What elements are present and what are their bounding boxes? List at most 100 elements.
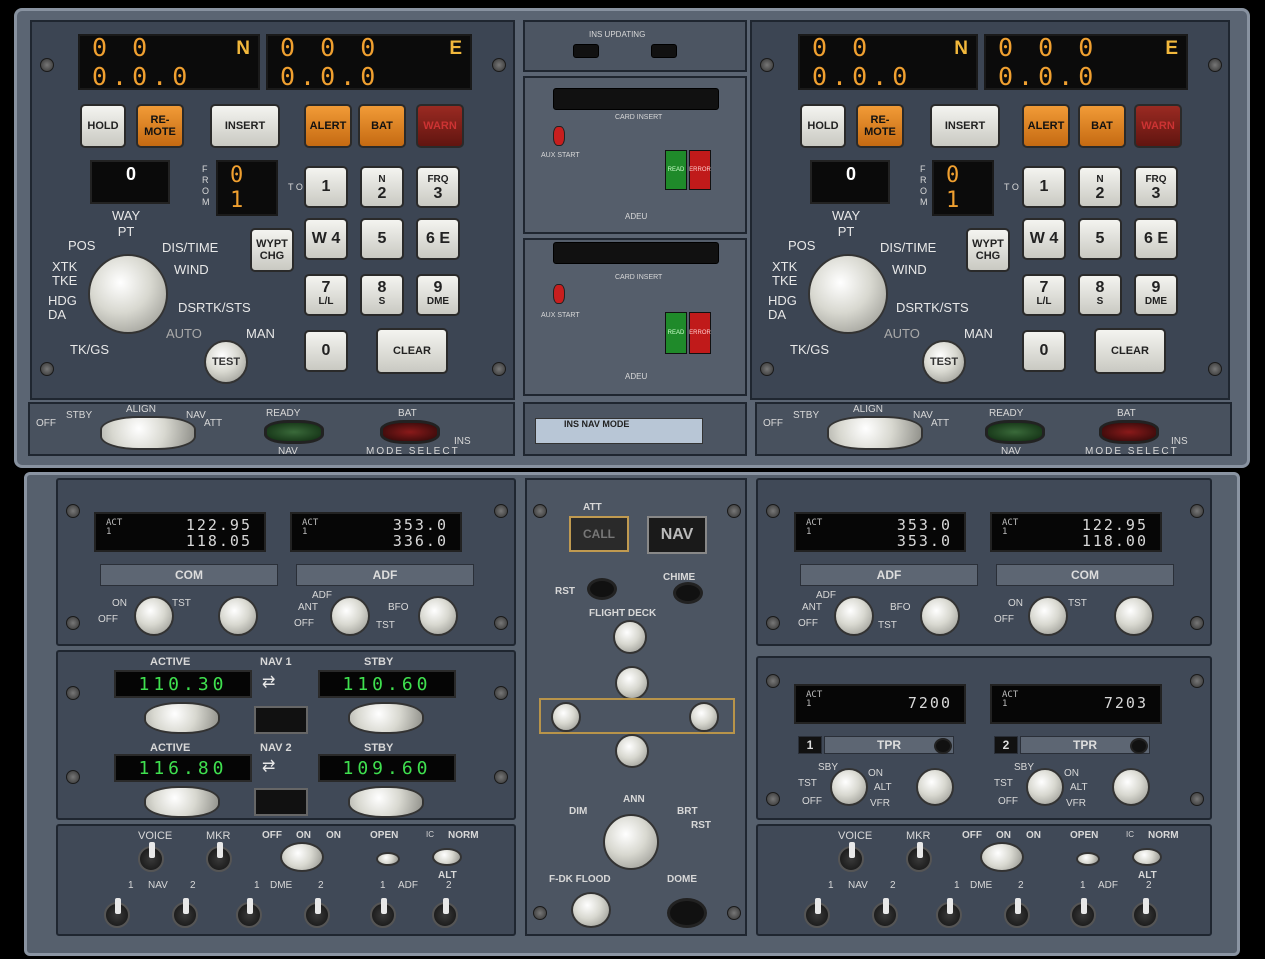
adf-mode-knob[interactable] [834,596,874,636]
key-1[interactable]: 1 [304,166,348,208]
key-8[interactable]: 8S [360,274,404,316]
nav1-active-knob[interactable] [144,702,220,734]
key-7[interactable]: 7 L/L [304,274,348,316]
nav2-test-button[interactable] [254,788,308,816]
key-2[interactable]: N2 [1078,166,1122,208]
nav1-audio-switch[interactable] [104,898,130,928]
com-power-knob[interactable] [1028,596,1068,636]
test-switch[interactable]: TEST [922,340,966,384]
adf-mode-knob[interactable] [330,596,370,636]
com-tune-knob[interactable] [1114,596,1154,636]
lower-light-knob[interactable] [615,734,649,768]
ins-updating-switch-1[interactable] [573,44,599,58]
adf1-audio-switch[interactable] [370,898,396,928]
remote-button[interactable]: RE- MOTE [136,104,184,148]
mode-select-knob[interactable] [100,416,196,450]
wypt-chg-button[interactable]: WYPT CHG [250,228,294,272]
adf1-audio-switch[interactable] [1070,898,1096,928]
test-switch[interactable]: TEST [204,340,248,384]
clear-button[interactable]: CLEAR [1094,328,1166,374]
nav1-audio-switch[interactable] [804,898,830,928]
key-4[interactable]: W 4 [1022,218,1066,260]
open-toggle[interactable] [1076,852,1100,866]
from-thumbwheel[interactable]: 0 [90,160,170,204]
audio-mode-knob[interactable] [980,842,1024,872]
tpr1-ident-button[interactable] [934,738,952,754]
mkr-switch[interactable] [206,842,232,872]
key-4[interactable]: W 4 [304,218,348,260]
key-3[interactable]: FRQ 3 [416,166,460,208]
card-slot[interactable] [553,242,719,264]
tpr1-code-knob[interactable] [916,768,954,806]
nav2-audio-switch[interactable] [172,898,198,928]
key-5[interactable]: 5 [360,218,404,260]
nav2-active-knob[interactable] [144,786,220,818]
card-slot[interactable] [553,88,719,110]
chime-button[interactable] [673,582,703,604]
left-light-knob[interactable] [551,702,581,732]
wypt-chg-button[interactable]: WYPT CHG [966,228,1010,272]
mkr-switch[interactable] [906,842,932,872]
adf2-audio-switch[interactable] [432,898,458,928]
right-light-knob[interactable] [689,702,719,732]
clear-button[interactable]: CLEAR [376,328,448,374]
norm-toggle[interactable] [432,848,462,866]
mode-select-knob[interactable] [827,416,923,450]
nav-button[interactable]: NAV [647,516,707,554]
from-thumbwheel[interactable]: 0 [810,160,890,204]
key-8[interactable]: 8S [1078,274,1122,316]
hold-button[interactable]: HOLD [80,104,126,148]
nav1-transfer-icon[interactable]: ⇄ [262,672,275,692]
key-0[interactable]: 0 [304,330,348,372]
remote-button[interactable]: RE- MOTE [856,104,904,148]
ins-updating-switch-2[interactable] [651,44,677,58]
voice-switch[interactable] [138,842,164,872]
rst-button[interactable] [587,578,617,600]
dme1-audio-switch[interactable] [936,898,962,928]
nav2-audio-switch[interactable] [872,898,898,928]
adf-tune-knob[interactable] [418,596,458,636]
adf2-audio-switch[interactable] [1132,898,1158,928]
key-9[interactable]: 9 DME [416,274,460,316]
display-selector-knob[interactable] [808,254,888,334]
key-5[interactable]: 5 [1078,218,1122,260]
dme2-audio-switch[interactable] [304,898,330,928]
tpr2-ident-button[interactable] [1130,738,1148,754]
key-6[interactable]: 6 E [1134,218,1178,260]
nav1-stby-knob[interactable] [348,702,424,734]
panel-light-knob[interactable] [615,666,649,700]
call-button[interactable]: CALL [569,516,629,552]
flood-knob[interactable] [571,892,611,928]
nav2-stby-knob[interactable] [348,786,424,818]
key-9[interactable]: 9 DME [1134,274,1178,316]
dome-button[interactable] [667,898,707,928]
nav2-transfer-icon[interactable]: ⇄ [262,756,275,776]
dme2-audio-switch[interactable] [1004,898,1030,928]
com-power-knob[interactable] [134,596,174,636]
audio-mode-knob[interactable] [280,842,324,872]
aux-start-button[interactable] [553,284,565,304]
key-1[interactable]: 1 [1022,166,1066,208]
key-7[interactable]: 7 L/L [1022,274,1066,316]
key-6[interactable]: 6 E [416,218,460,260]
nav1-test-button[interactable] [254,706,308,734]
aux-start-button[interactable] [553,126,565,146]
display-selector-knob[interactable] [88,254,168,334]
insert-button[interactable]: INSERT [210,104,280,148]
key-0[interactable]: 0 [1022,330,1066,372]
adf-tune-knob[interactable] [920,596,960,636]
annunciator-knob[interactable] [603,814,659,870]
key-2[interactable]: N2 [360,166,404,208]
norm-toggle[interactable] [1132,848,1162,866]
flight-deck-knob[interactable] [613,620,647,654]
open-toggle[interactable] [376,852,400,866]
com-tune-knob[interactable] [218,596,258,636]
hold-button[interactable]: HOLD [800,104,846,148]
dme1-audio-switch[interactable] [236,898,262,928]
insert-button[interactable]: INSERT [930,104,1000,148]
tpr2-code-knob[interactable] [1112,768,1150,806]
key-3[interactable]: FRQ 3 [1134,166,1178,208]
tpr1-mode-knob[interactable] [830,768,868,806]
voice-switch[interactable] [838,842,864,872]
tpr2-mode-knob[interactable] [1026,768,1064,806]
